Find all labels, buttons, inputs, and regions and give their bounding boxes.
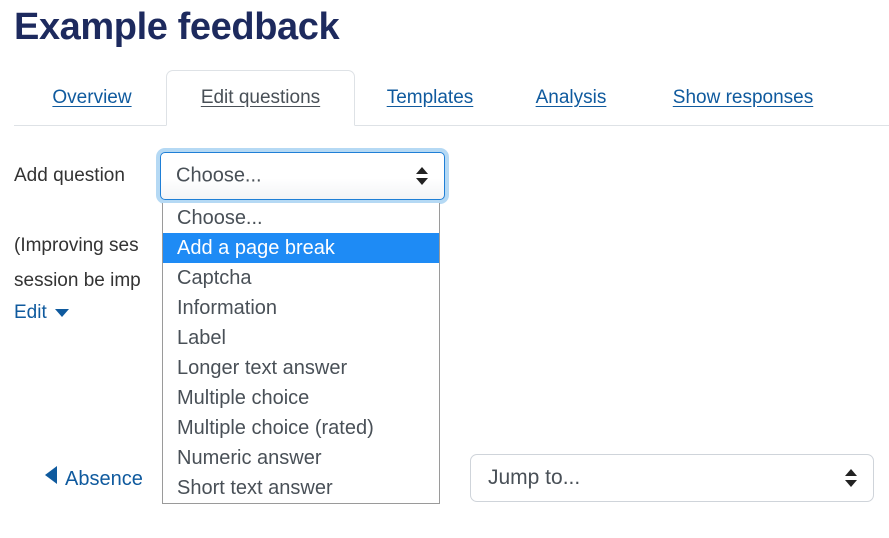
tab-analysis[interactable]: Analysis	[512, 70, 630, 126]
tab-bar-divider	[14, 125, 889, 126]
add-question-select-value: Choose...	[176, 164, 262, 187]
add-question-option-list[interactable]: Choose... Add a page break Captcha Informat…	[162, 203, 440, 504]
add-question-option[interactable]: Longer text answer	[163, 353, 439, 383]
previous-activity-link[interactable]: Absence	[45, 466, 143, 491]
add-question-option[interactable]: Multiple choice (rated)	[163, 413, 439, 443]
jump-to-select[interactable]: Jump to...	[470, 454, 874, 502]
add-question-select-wrapper: Choose...	[160, 152, 445, 200]
add-question-label: Add question	[14, 165, 125, 186]
jump-to-select-wrapper: Jump to...	[470, 454, 874, 502]
page-title: Example feedback	[14, 6, 340, 48]
tab-edit-questions[interactable]: Edit questions	[166, 70, 355, 126]
edit-menu-label: Edit	[14, 302, 47, 323]
add-question-option[interactable]: Add a page break	[163, 233, 439, 263]
add-question-option[interactable]: Numeric answer	[163, 443, 439, 473]
tab-show-responses[interactable]: Show responses	[645, 70, 841, 126]
tab-overview[interactable]: Overview	[24, 70, 160, 126]
add-question-select[interactable]: Choose...	[160, 152, 445, 200]
add-question-option[interactable]: Short text answer	[163, 473, 439, 503]
caret-down-icon	[54, 308, 69, 317]
up-down-arrows-icon	[845, 469, 857, 487]
add-question-option[interactable]: Label	[163, 323, 439, 353]
jump-to-select-value: Jump to...	[488, 466, 581, 489]
add-question-option[interactable]: Information	[163, 293, 439, 323]
caret-left-icon	[45, 466, 57, 484]
tab-templates[interactable]: Templates	[360, 70, 500, 126]
previous-activity-label: Absence	[65, 468, 143, 490]
add-question-option[interactable]: Multiple choice	[163, 383, 439, 413]
tab-bar: Overview Edit questions Templates Analys…	[0, 70, 889, 126]
add-question-option[interactable]: Choose...	[163, 203, 439, 233]
up-down-arrows-icon	[416, 167, 428, 185]
add-question-option[interactable]: Captcha	[163, 263, 439, 293]
edit-menu-link[interactable]: Edit	[14, 302, 69, 324]
